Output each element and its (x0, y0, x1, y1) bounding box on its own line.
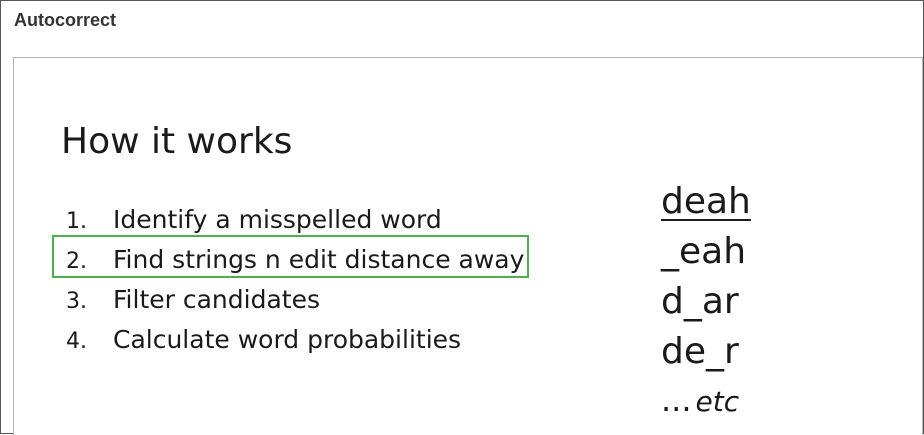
edit-variant: _eah (661, 231, 747, 272)
step-number: 3. (66, 289, 87, 314)
step-item: 3. Filter candidates (66, 280, 524, 320)
step-text: Filter candidates (113, 285, 320, 314)
etc-text: etc (695, 385, 740, 418)
slide-title: How it works (61, 121, 293, 162)
step-item: 1. Identify a misspelled word (66, 200, 524, 240)
step-number: 1. (66, 209, 87, 234)
ellipsis: ... (661, 381, 692, 419)
step-item: 4. Calculate word probabilities (66, 320, 524, 360)
edit-variant: d_ar (661, 281, 739, 322)
slide: How it works 1. Identify a misspelled wor… (13, 57, 923, 435)
step-number: 4. (66, 329, 87, 354)
step-item-highlighted: 2. Find strings n edit distance away (66, 240, 524, 280)
step-text: Identify a misspelled word (113, 205, 442, 234)
edit-variant: de_r (661, 331, 739, 372)
edit-examples: deah _eah d_ar de_r (661, 177, 751, 377)
step-text: Find strings n edit distance away (113, 245, 525, 274)
steps-list: 1. Identify a misspelled word 2. Find stri… (66, 200, 524, 360)
original-word: deah (661, 181, 751, 222)
step-number: 2. (66, 249, 87, 274)
window-frame: Autocorrect How it works 1. Identify a mi… (0, 0, 924, 435)
etc-line: ... etc (661, 381, 739, 419)
step-text: Calculate word probabilities (113, 325, 462, 354)
window-title: Autocorrect (14, 10, 117, 30)
